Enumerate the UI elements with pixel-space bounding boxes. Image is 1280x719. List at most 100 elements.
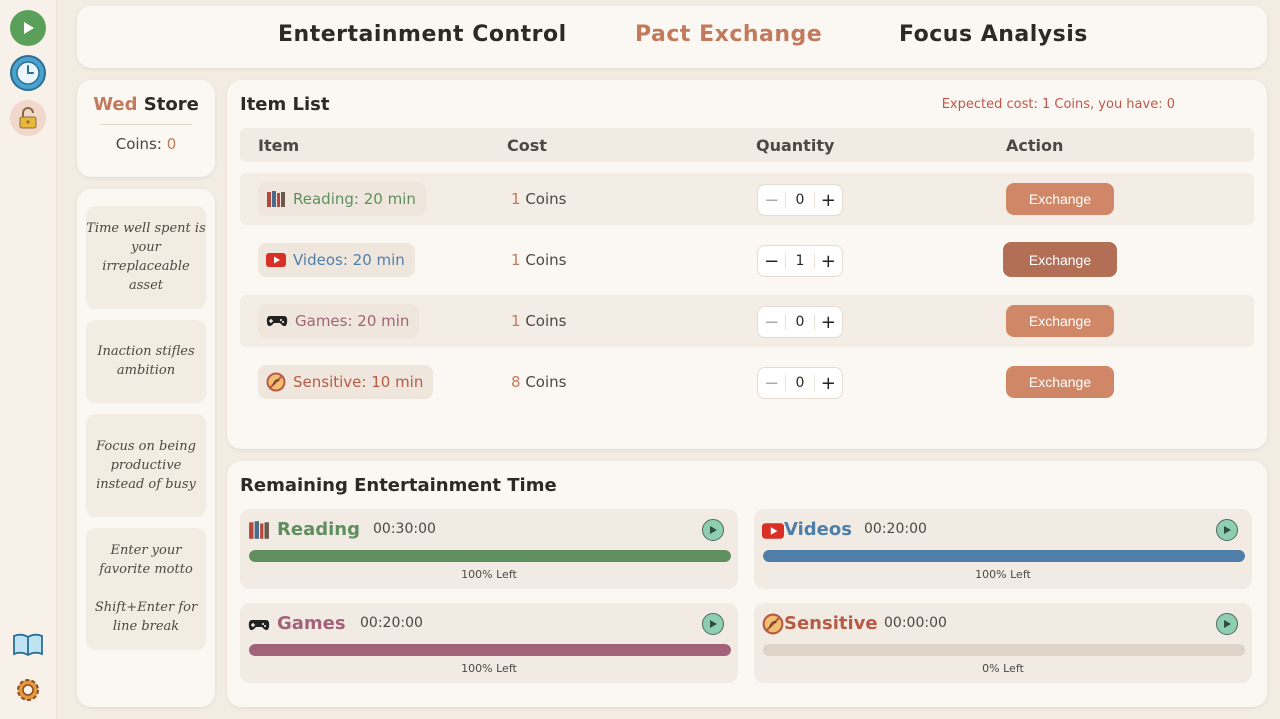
time-card-time: 00:20:00 (864, 521, 927, 537)
exchange-button[interactable]: Exchange (1003, 242, 1117, 277)
motto-input-card[interactable]: Enter your favorite motto Shift+Enter fo… (86, 528, 206, 649)
time-card-name: Reading (277, 519, 360, 540)
gamepad-icon (248, 620, 270, 631)
play-icon[interactable] (1216, 519, 1238, 541)
increment-button[interactable]: + (815, 190, 842, 211)
item-chip-sensitive: Sensitive: 10 min (258, 365, 434, 399)
item-list-title: Item List (240, 94, 330, 115)
play-icon[interactable] (1216, 613, 1238, 635)
time-card-time: 00:00:00 (884, 615, 947, 631)
video-icon (266, 253, 286, 267)
quantity-stepper: − 0 + (757, 306, 843, 338)
table-row: Reading: 20 min 1 Coins − 0 + Exchange (240, 173, 1254, 225)
cost-number: 1 (511, 190, 521, 208)
time-card-videos: Videos 00:20:00 100% Left (754, 509, 1252, 589)
tab-focus-analysis[interactable]: Focus Analysis (899, 22, 1088, 47)
header-action: Action (1006, 136, 1064, 155)
clock-icon[interactable] (10, 55, 46, 91)
item-cost: 1 Coins (511, 251, 566, 269)
percent-left: 0% Left (982, 662, 1024, 675)
store-label: Store (143, 94, 199, 115)
lock-icon[interactable] (10, 100, 46, 136)
time-card-sensitive: Sensitive 00:00:00 0% Left (754, 603, 1252, 683)
remaining-time-panel: Remaining Entertainment Time Reading 00:… (227, 461, 1267, 707)
books-icon (249, 521, 269, 539)
quantity-value[interactable]: 0 (785, 375, 815, 391)
quantity-value[interactable]: 1 (785, 253, 815, 269)
play-icon[interactable] (702, 613, 724, 635)
tab-pact-exchange[interactable]: Pact Exchange (635, 22, 822, 47)
cost-unit: Coins (525, 373, 567, 391)
decrement-button[interactable]: − (758, 190, 785, 211)
tab-entertainment-control[interactable]: Entertainment Control (278, 22, 567, 47)
progress-bar (249, 644, 731, 656)
time-card-reading: Reading 00:30:00 100% Left (240, 509, 738, 589)
quantity-stepper: − 0 + (757, 184, 843, 216)
store-title: Wed Store (77, 94, 215, 115)
time-card-time: 00:20:00 (360, 615, 423, 631)
item-label: Games: 20 min (295, 312, 410, 330)
exchange-button[interactable]: Exchange (1006, 366, 1114, 398)
top-tab-bar: Entertainment Control Pact Exchange Focu… (77, 6, 1267, 68)
time-card-time: 00:30:00 (373, 521, 436, 537)
table-header: Item Cost Quantity Action (240, 128, 1254, 162)
time-card-name: Sensitive (784, 613, 878, 634)
cost-number: 8 (511, 373, 521, 391)
item-cost: 8 Coins (511, 373, 566, 391)
quantity-value[interactable]: 0 (785, 314, 815, 330)
gear-icon[interactable] (10, 672, 46, 708)
item-label: Reading: 20 min (293, 190, 416, 208)
remaining-title: Remaining Entertainment Time (240, 475, 557, 496)
decrement-button[interactable]: − (758, 251, 785, 272)
cost-unit: Coins (525, 312, 567, 330)
header-item: Item (258, 136, 300, 155)
percent-left: 100% Left (975, 568, 1031, 581)
play-icon[interactable] (10, 10, 46, 46)
quantity-stepper: − 0 + (757, 367, 843, 399)
quantity-value[interactable]: 0 (785, 192, 815, 208)
decrement-button[interactable]: − (758, 312, 785, 333)
exchange-button[interactable]: Exchange (1006, 183, 1114, 215)
header-cost: Cost (507, 136, 547, 155)
percent-left: 100% Left (461, 662, 517, 675)
book-icon[interactable] (10, 627, 46, 663)
motto-card[interactable]: Time well spent is your irreplaceable as… (86, 206, 206, 308)
increment-button[interactable]: + (815, 251, 842, 272)
time-card-name: Games (277, 613, 346, 634)
play-icon[interactable] (702, 519, 724, 541)
item-cost: 1 Coins (511, 190, 566, 208)
table-row: Sensitive: 10 min 8 Coins − 0 + Exchange (240, 356, 1254, 408)
coins-value: 0 (166, 135, 177, 153)
progress-fill (249, 550, 731, 562)
decrement-button[interactable]: − (758, 373, 785, 394)
gamepad-icon (266, 316, 288, 327)
time-card-name: Videos (784, 519, 852, 540)
left-rail (0, 0, 57, 719)
progress-fill (763, 550, 1245, 562)
coins-label: Coins: (115, 135, 162, 153)
increment-button[interactable]: + (815, 312, 842, 333)
item-list-panel: Item List Expected cost: 1 Coins, you ha… (227, 80, 1267, 449)
motto-panel: Time well spent is your irreplaceable as… (77, 189, 215, 707)
motto-card[interactable]: Inaction stifles ambition (86, 320, 206, 402)
store-day: Wed (93, 94, 138, 115)
cost-number: 1 (511, 312, 521, 330)
time-card-games: Games 00:20:00 100% Left (240, 603, 738, 683)
progress-bar (763, 644, 1245, 656)
video-icon (762, 523, 784, 539)
progress-bar (249, 550, 731, 562)
store-card: Wed Store Coins: 0 (77, 80, 215, 177)
increment-button[interactable]: + (815, 373, 842, 394)
cost-number: 1 (511, 251, 521, 269)
percent-left: 100% Left (461, 568, 517, 581)
coins-display: Coins: 0 (77, 135, 215, 153)
cost-unit: Coins (525, 251, 567, 269)
motto-card[interactable]: Focus on being productive instead of bus… (86, 414, 206, 516)
progress-bar (763, 550, 1245, 562)
exchange-button[interactable]: Exchange (1006, 305, 1114, 337)
quantity-stepper: − 1 + (757, 245, 843, 277)
header-quantity: Quantity (756, 136, 835, 155)
divider (100, 124, 192, 125)
table-row: Games: 20 min 1 Coins − 0 + Exchange (240, 295, 1254, 347)
item-chip-videos: Videos: 20 min (258, 243, 415, 277)
